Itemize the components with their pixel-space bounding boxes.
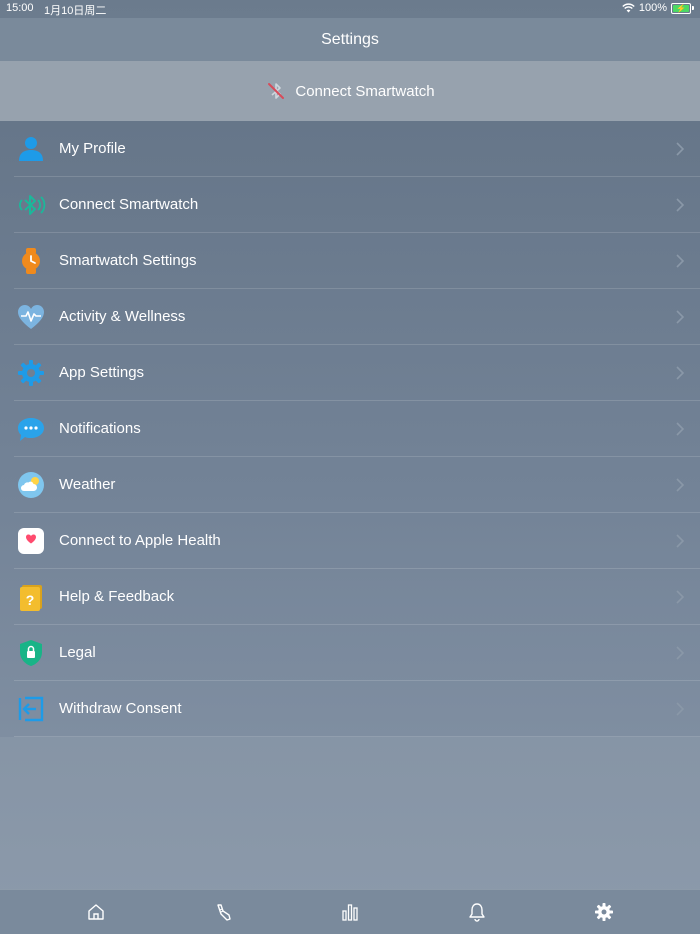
settings-item-withdraw-consent[interactable]: Withdraw Consent bbox=[14, 681, 700, 737]
settings-item-label: Notifications bbox=[59, 420, 141, 437]
shield-lock-icon bbox=[14, 636, 48, 670]
settings-item-app-settings[interactable]: App Settings bbox=[14, 345, 700, 401]
page-title: Settings bbox=[321, 30, 379, 48]
status-indicators: 100% ⚡ bbox=[622, 2, 694, 14]
chevron-right-icon bbox=[676, 533, 684, 548]
settings-item-notifications[interactable]: Notifications bbox=[14, 401, 700, 457]
bluetooth-off-icon bbox=[268, 83, 285, 99]
heart-pulse-icon bbox=[14, 300, 48, 334]
gear-icon bbox=[595, 903, 613, 921]
settings-item-label: Help & Feedback bbox=[59, 588, 175, 605]
settings-item-smartwatch-settings[interactable]: Smartwatch Settings bbox=[14, 233, 700, 289]
tab-settings[interactable] bbox=[592, 901, 616, 923]
battery-tip bbox=[692, 6, 694, 10]
connect-banner-label: Connect Smartwatch bbox=[295, 82, 435, 100]
settings-item-weather[interactable]: Weather bbox=[14, 457, 700, 513]
settings-item-label: Withdraw Consent bbox=[59, 700, 182, 717]
bluetooth-icon bbox=[14, 188, 48, 222]
svg-text:?: ? bbox=[26, 592, 35, 608]
chevron-right-icon bbox=[676, 309, 684, 324]
tab-alerts[interactable] bbox=[465, 901, 489, 923]
settings-item-label: App Settings bbox=[59, 364, 145, 381]
settings-item-help-feedback[interactable]: ? Help & Feedback bbox=[14, 569, 700, 625]
profile-icon bbox=[14, 132, 48, 166]
settings-item-label: My Profile bbox=[59, 140, 126, 157]
tab-bar bbox=[0, 889, 700, 934]
apple-health-icon bbox=[14, 524, 48, 558]
chevron-right-icon bbox=[676, 365, 684, 380]
watch-icon bbox=[14, 244, 48, 278]
chevron-right-icon bbox=[676, 421, 684, 436]
bell-icon bbox=[469, 903, 485, 922]
chevron-right-icon bbox=[676, 253, 684, 268]
chevron-right-icon bbox=[676, 645, 684, 660]
help-book-icon: ? bbox=[14, 580, 48, 614]
tab-activity[interactable] bbox=[211, 901, 235, 923]
connect-smartwatch-banner[interactable]: Connect Smartwatch bbox=[0, 61, 700, 121]
status-time: 15:00 bbox=[6, 2, 34, 14]
settings-item-label: Legal bbox=[59, 644, 96, 661]
settings-item-activity-wellness[interactable]: Activity & Wellness bbox=[14, 289, 700, 345]
battery-percent: 100% bbox=[638, 2, 667, 14]
settings-item-legal[interactable]: Legal bbox=[14, 625, 700, 681]
gear-icon bbox=[14, 356, 48, 390]
status-date: 1月10日周二 bbox=[44, 5, 107, 17]
chevron-right-icon bbox=[676, 197, 684, 212]
bar-chart-icon bbox=[342, 904, 358, 921]
settings-item-label: Connect to Apple Health bbox=[59, 532, 221, 549]
nav-header: Settings bbox=[0, 18, 700, 61]
chevron-right-icon bbox=[676, 141, 684, 156]
withdraw-icon bbox=[14, 692, 48, 726]
settings-item-label: Smartwatch Settings bbox=[59, 252, 197, 269]
settings-item-label: Weather bbox=[59, 476, 116, 493]
weather-icon bbox=[14, 468, 48, 502]
chevron-right-icon bbox=[676, 477, 684, 492]
shoe-icon bbox=[217, 904, 231, 921]
tab-stats[interactable] bbox=[338, 901, 362, 923]
home-icon bbox=[88, 904, 104, 920]
chevron-right-icon bbox=[676, 701, 684, 716]
chevron-right-icon bbox=[676, 589, 684, 604]
settings-item-my-profile[interactable]: My Profile bbox=[14, 121, 700, 177]
tab-home[interactable] bbox=[84, 901, 108, 923]
settings-list: My Profile Connect Smartwatch Smartwatch… bbox=[0, 121, 700, 737]
chat-bubble-icon bbox=[14, 412, 48, 446]
settings-item-connect-smartwatch[interactable]: Connect Smartwatch bbox=[14, 177, 700, 233]
wifi-icon bbox=[622, 3, 635, 13]
battery-charging-icon: ⚡ bbox=[671, 2, 691, 14]
status-bar: 15:00 1月10日周二 100% ⚡ bbox=[0, 0, 700, 18]
settings-item-label: Activity & Wellness bbox=[59, 308, 186, 325]
settings-item-apple-health[interactable]: Connect to Apple Health bbox=[14, 513, 700, 569]
settings-item-label: Connect Smartwatch bbox=[59, 196, 199, 213]
